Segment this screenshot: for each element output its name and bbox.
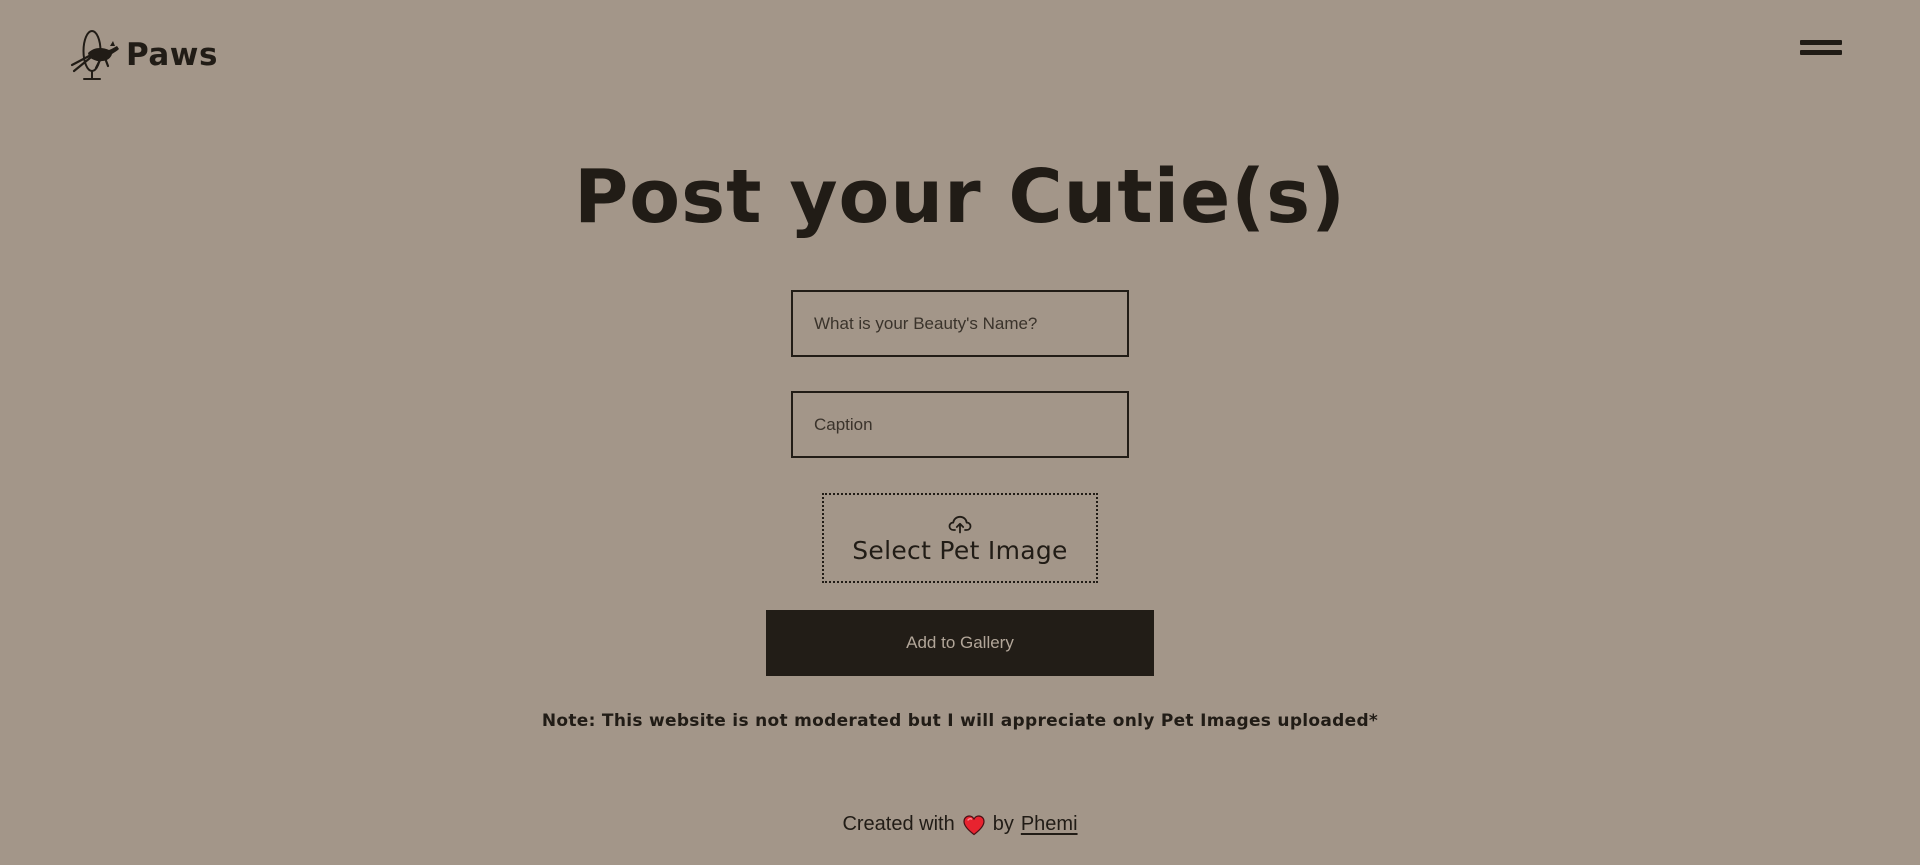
menu-bar-top <box>1800 40 1842 45</box>
pet-name-input[interactable] <box>791 290 1129 357</box>
jumping-dog-hoop-icon <box>70 30 119 80</box>
red-heart-icon <box>963 814 985 835</box>
menu-bar-bottom <box>1800 50 1842 55</box>
footer-by: by <box>992 813 1014 835</box>
caption-input[interactable] <box>791 391 1129 458</box>
author-link[interactable]: Phemi <box>1021 813 1078 836</box>
hamburger-menu-icon[interactable] <box>1800 40 1842 58</box>
footer: Created with by Phemi <box>0 813 1920 836</box>
page: Paws Post your Cutie(s) Select Pet Image… <box>0 0 1920 865</box>
cloud-upload-icon <box>948 515 972 533</box>
moderation-note: Note: This website is not moderated but … <box>541 711 1379 731</box>
select-pet-image-button[interactable]: Select Pet Image <box>822 493 1098 583</box>
brand-link[interactable]: Paws <box>68 28 218 80</box>
page-title: Post your Cutie(s) <box>574 154 1346 240</box>
add-to-gallery-button[interactable]: Add to Gallery <box>766 610 1154 676</box>
footer-created-with: Created with <box>842 813 955 835</box>
brand-name: Paws <box>126 36 218 73</box>
select-pet-image-label: Select Pet Image <box>852 535 1068 565</box>
